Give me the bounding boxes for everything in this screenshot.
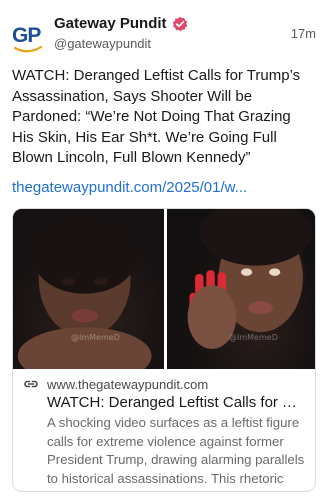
post-text: WATCH: Deranged Leftist Calls for Trump’… (12, 67, 301, 166)
avatar-swoosh-icon (14, 46, 42, 53)
post-link[interactable]: thegatewaypundit.com/2025/01/w... (12, 179, 316, 196)
card-title: WATCH: Deranged Leftist Calls for Trump’… (47, 394, 305, 411)
video-frame-left-image (17, 217, 152, 369)
preview-thumbnail[interactable]: @ImMemeD @ImMemeD (13, 209, 315, 369)
post-timestamp: 17m (290, 26, 316, 41)
video-frame-right: @ImMemeD (164, 209, 315, 369)
account-handle[interactable]: @gatewaypundit (54, 36, 151, 51)
name-row: Gateway Pundit (54, 15, 188, 32)
video-frame-left: @ImMemeD (13, 209, 164, 369)
verified-badge-icon (172, 16, 187, 31)
link-preview-card[interactable]: @ImMemeD @ImMemeD www.thegatewaypundit.c… (12, 208, 316, 492)
post-header: GP Gateway Pundit @gatewaypundit 17m (12, 12, 316, 56)
video-watermark-right: @ImMemeD (229, 333, 278, 342)
video-watermark-left: @ImMemeD (71, 333, 120, 342)
avatar-logo-text: GP (12, 24, 41, 47)
card-meta: www.thegatewaypundit.com WATCH: Deranged… (13, 369, 315, 488)
post-card[interactable]: GP Gateway Pundit @gatewaypundit 17m WAT… (0, 0, 328, 500)
card-domain-row: www.thegatewaypundit.com (23, 375, 305, 393)
link-chain-icon (24, 380, 38, 388)
card-description: A shocking video surfaces as a leftist f… (47, 415, 305, 486)
display-name[interactable]: Gateway Pundit (54, 15, 167, 32)
avatar[interactable]: GP (12, 16, 44, 53)
card-domain: www.thegatewaypundit.com (47, 376, 209, 392)
video-frame-right-image (187, 209, 313, 349)
